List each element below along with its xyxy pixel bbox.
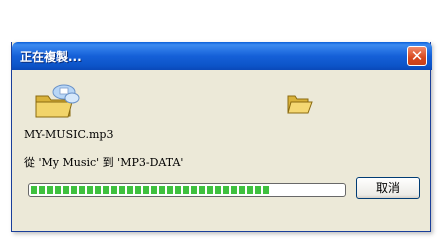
window-title: 正在複製... — [20, 50, 82, 64]
copy-progress-bar — [28, 183, 346, 197]
copy-dialog: 正在複製... ✕ MY-MUSIC.mp3 從 'My Music' 到 'M… — [11, 42, 432, 232]
folder-with-flying-paper-icon — [35, 84, 80, 118]
open-folder-icon — [287, 95, 313, 114]
progress-bar-fill — [31, 186, 272, 194]
copy-source-destination: 從 'My Music' 到 'MP3-DATA' — [24, 156, 184, 169]
copy-file-name: MY-MUSIC.mp3 — [24, 128, 114, 141]
title-bar[interactable]: 正在複製... ✕ — [12, 42, 432, 70]
cancel-button[interactable]: 取消 — [356, 177, 420, 199]
dialog-body: MY-MUSIC.mp3 從 'My Music' 到 'MP3-DATA' 取… — [12, 70, 430, 231]
close-icon: ✕ — [410, 47, 424, 65]
close-button[interactable]: ✕ — [407, 46, 427, 66]
